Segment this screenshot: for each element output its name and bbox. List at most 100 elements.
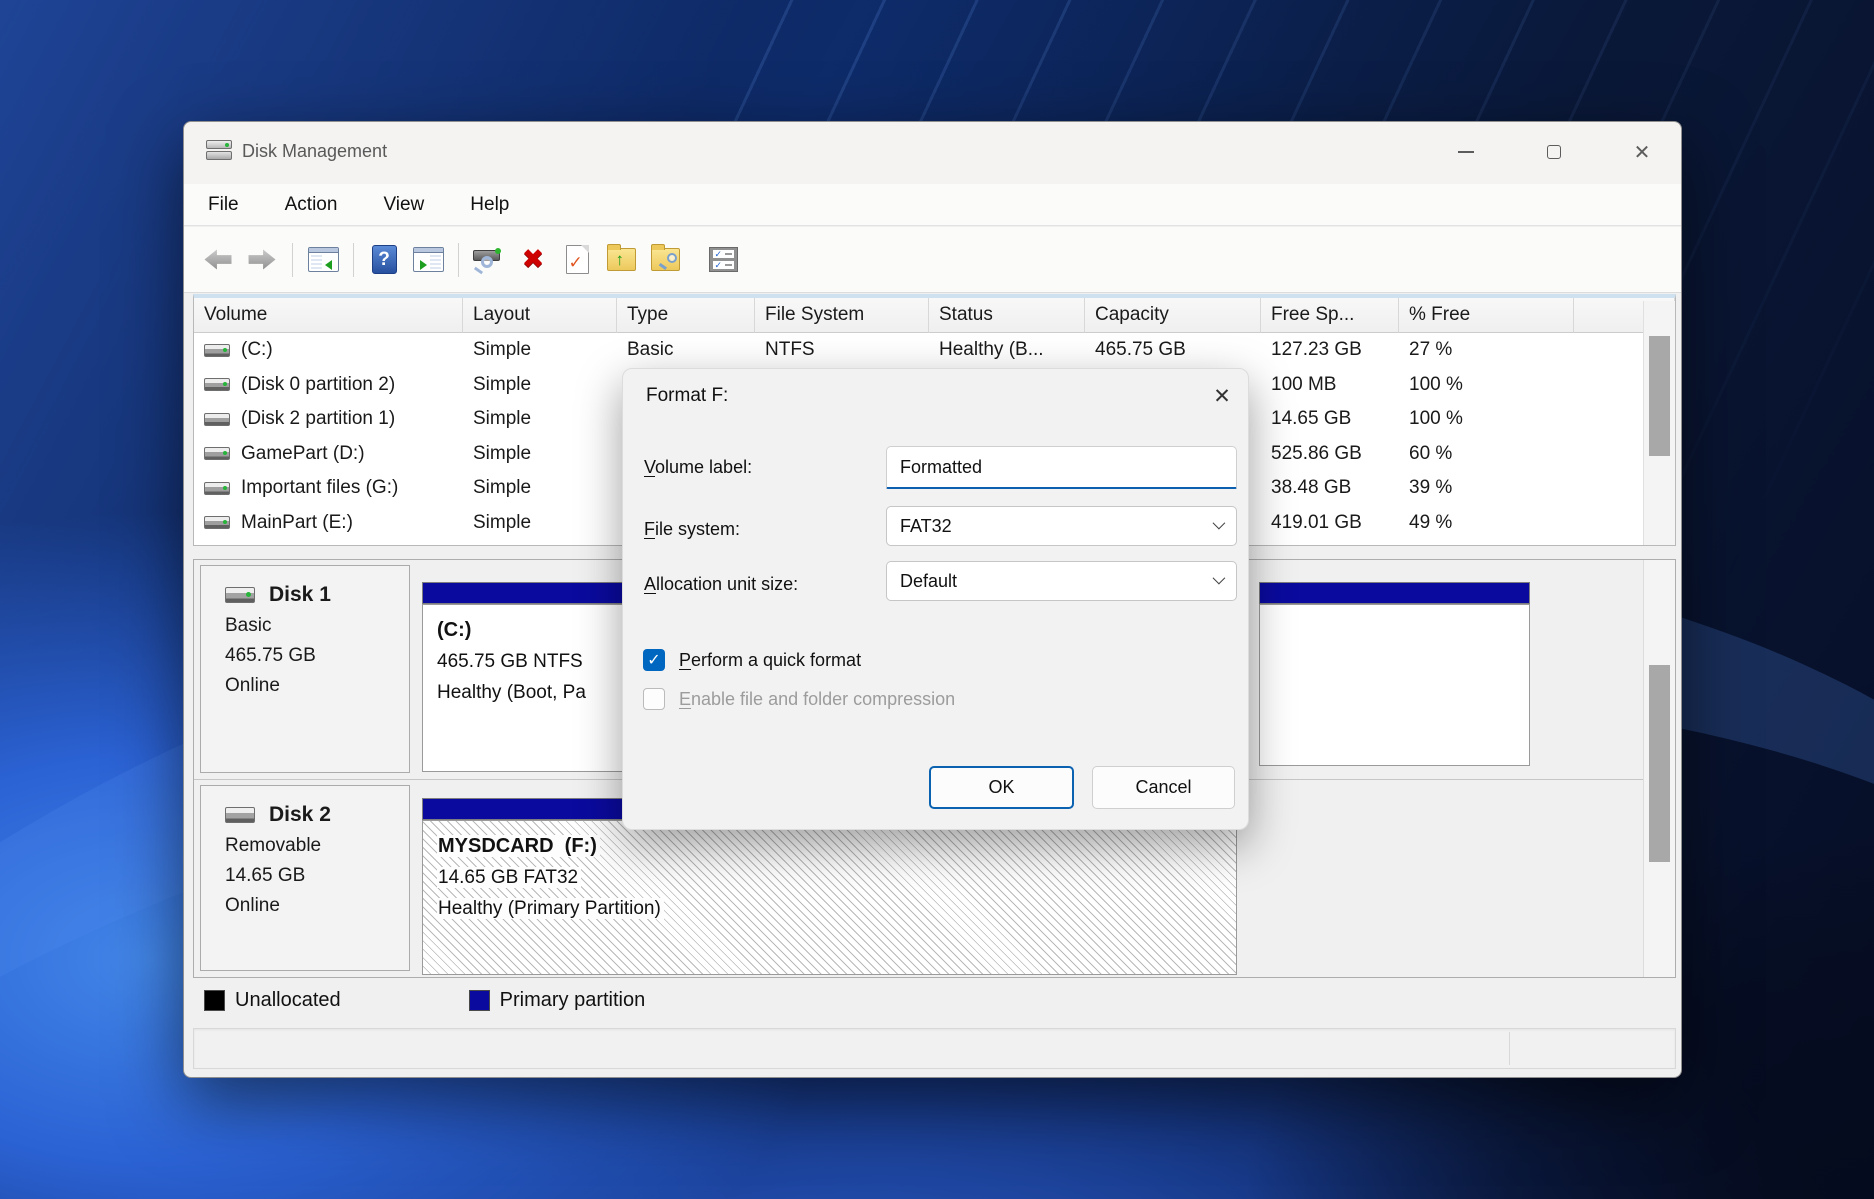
menu-file[interactable]: File: [202, 192, 245, 218]
toolbar: ? ✖ ✓ ↑ ✓ ✓: [184, 227, 1681, 293]
column-header[interactable]: % Free: [1399, 298, 1574, 333]
forward-icon[interactable]: [244, 241, 280, 279]
table-cell: 419.01 GB: [1261, 512, 1399, 534]
window-title: Disk Management: [242, 141, 387, 162]
column-header[interactable]: Type: [617, 298, 755, 333]
status-bar: [193, 1028, 1676, 1069]
disk-pane-scrollbar[interactable]: [1643, 560, 1675, 977]
unallocated-swatch: [204, 990, 225, 1011]
minimize-button[interactable]: [1445, 134, 1487, 170]
partition-extra[interactable]: [1259, 604, 1530, 766]
partition-name: MYSDCARD (F:): [437, 835, 600, 857]
legend-label: Primary partition: [500, 989, 646, 1012]
column-header[interactable]: Free Sp...: [1261, 298, 1399, 333]
partition-mysdcard[interactable]: MYSDCARD (F:) 14.65 GB FAT32 Healthy (Pr…: [422, 820, 1237, 975]
table-cell: 14.65 GB: [1261, 408, 1399, 430]
table-cell: Simple: [463, 512, 617, 534]
menu-view[interactable]: View: [377, 192, 430, 218]
dialog-close-icon[interactable]: ✕: [1205, 379, 1239, 413]
volume-header: VolumeLayoutTypeFile SystemStatusCapacit…: [194, 298, 1675, 333]
show-console-tree-icon[interactable]: [305, 241, 341, 279]
quick-format-checkbox[interactable]: ✓: [643, 649, 665, 671]
volume-name: (Disk 2 partition 1): [241, 408, 395, 430]
maximize-button[interactable]: [1533, 134, 1575, 170]
chevron-down-icon: [1213, 572, 1226, 585]
table-cell: Simple: [463, 477, 617, 499]
disk-status: Online: [225, 671, 409, 701]
allocation-unit-select[interactable]: Default: [886, 561, 1237, 601]
volume-name: Important files (G:): [241, 477, 398, 499]
file-system-select[interactable]: FAT32: [886, 506, 1237, 546]
table-cell: 60 %: [1399, 443, 1574, 465]
allocation-unit-label: Allocation unit size:: [644, 574, 798, 595]
primary-partition-swatch: [469, 990, 490, 1011]
table-cell: 127.23 GB: [1261, 339, 1399, 361]
ok-button[interactable]: OK: [929, 766, 1074, 809]
legend: Unallocated Primary partition: [193, 978, 1676, 1023]
disk-size: 465.75 GB: [225, 641, 409, 671]
volume-label-label: Volume label:: [644, 457, 752, 478]
disk1-label-panel[interactable]: Disk 1 Basic 465.75 GB Online: [200, 565, 410, 773]
disk-kind: Basic: [225, 611, 409, 641]
disk-icon: [225, 807, 255, 823]
legend-label: Unallocated: [235, 989, 341, 1012]
table-cell: Simple: [463, 408, 617, 430]
disk-name: Disk 2: [269, 803, 331, 826]
disk-status: Online: [225, 891, 409, 921]
column-header[interactable]: Status: [929, 298, 1085, 333]
menu-action[interactable]: Action: [279, 192, 344, 218]
menu-bar: File Action View Help: [184, 184, 1681, 226]
column-header[interactable]: Layout: [463, 298, 617, 333]
volume-name: (C:): [241, 339, 273, 361]
disk-kind: Removable: [225, 831, 409, 861]
folder-up-icon[interactable]: ↑: [603, 241, 639, 279]
properties-check-icon[interactable]: ✓: [559, 241, 595, 279]
table-cell: 49 %: [1399, 512, 1574, 534]
back-icon[interactable]: [200, 241, 236, 279]
partition-header-bar: [1259, 582, 1530, 604]
scrollbar-thumb[interactable]: [1649, 336, 1670, 456]
cancel-button[interactable]: Cancel: [1092, 766, 1235, 809]
table-cell: 100 %: [1399, 408, 1574, 430]
disk-name: Disk 1: [269, 583, 331, 606]
compression-checkbox[interactable]: [643, 688, 665, 710]
menu-help[interactable]: Help: [464, 192, 515, 218]
table-cell: Healthy (B...: [929, 339, 1085, 361]
volume-name: (Disk 0 partition 2): [241, 374, 395, 396]
partition-size: 14.65 GB FAT32: [437, 867, 581, 888]
volume-name: GamePart (D:): [241, 443, 365, 465]
volume-label-input[interactable]: Formatted: [886, 446, 1237, 489]
table-cell: 100 %: [1399, 374, 1574, 396]
volume-list-scrollbar[interactable]: [1643, 301, 1675, 545]
scrollbar-thumb[interactable]: [1649, 665, 1670, 862]
disk-icon: [204, 447, 230, 460]
table-cell: 465.75 GB: [1085, 339, 1261, 361]
dialog-title: Format F:: [646, 385, 728, 407]
file-system-label: File system:: [644, 519, 740, 540]
title-bar: Disk Management ✕: [184, 122, 1681, 184]
disk2-label-panel[interactable]: Disk 2 Removable 14.65 GB Online: [200, 785, 410, 971]
close-button[interactable]: ✕: [1621, 134, 1663, 170]
column-header[interactable]: Capacity: [1085, 298, 1261, 333]
show-action-pane-icon[interactable]: [410, 241, 446, 279]
table-cell: Simple: [463, 374, 617, 396]
checklist-icon[interactable]: ✓ ✓: [705, 241, 741, 279]
volume-name: MainPart (E:): [241, 512, 353, 534]
format-dialog: Format F: ✕ Volume label: Formatted File…: [622, 368, 1249, 830]
toolbar-separator: [458, 243, 459, 277]
column-header[interactable]: File System: [755, 298, 929, 333]
disk-icon: [225, 587, 255, 603]
disk-management-icon: [206, 138, 233, 162]
help-icon[interactable]: ?: [366, 241, 402, 279]
rescan-disks-icon[interactable]: [471, 241, 507, 279]
table-cell: Simple: [463, 339, 617, 361]
table-row[interactable]: (C:)SimpleBasicNTFSHealthy (B...465.75 G…: [194, 333, 1675, 368]
table-cell: 100 MB: [1261, 374, 1399, 396]
folder-search-icon[interactable]: [647, 241, 683, 279]
disk-icon: [204, 344, 230, 357]
table-cell: 38.48 GB: [1261, 477, 1399, 499]
disk-size: 14.65 GB: [225, 861, 409, 891]
delete-icon[interactable]: ✖: [515, 241, 551, 279]
column-header[interactable]: Volume: [194, 298, 463, 333]
quick-format-label[interactable]: Perform a quick format: [679, 650, 861, 671]
